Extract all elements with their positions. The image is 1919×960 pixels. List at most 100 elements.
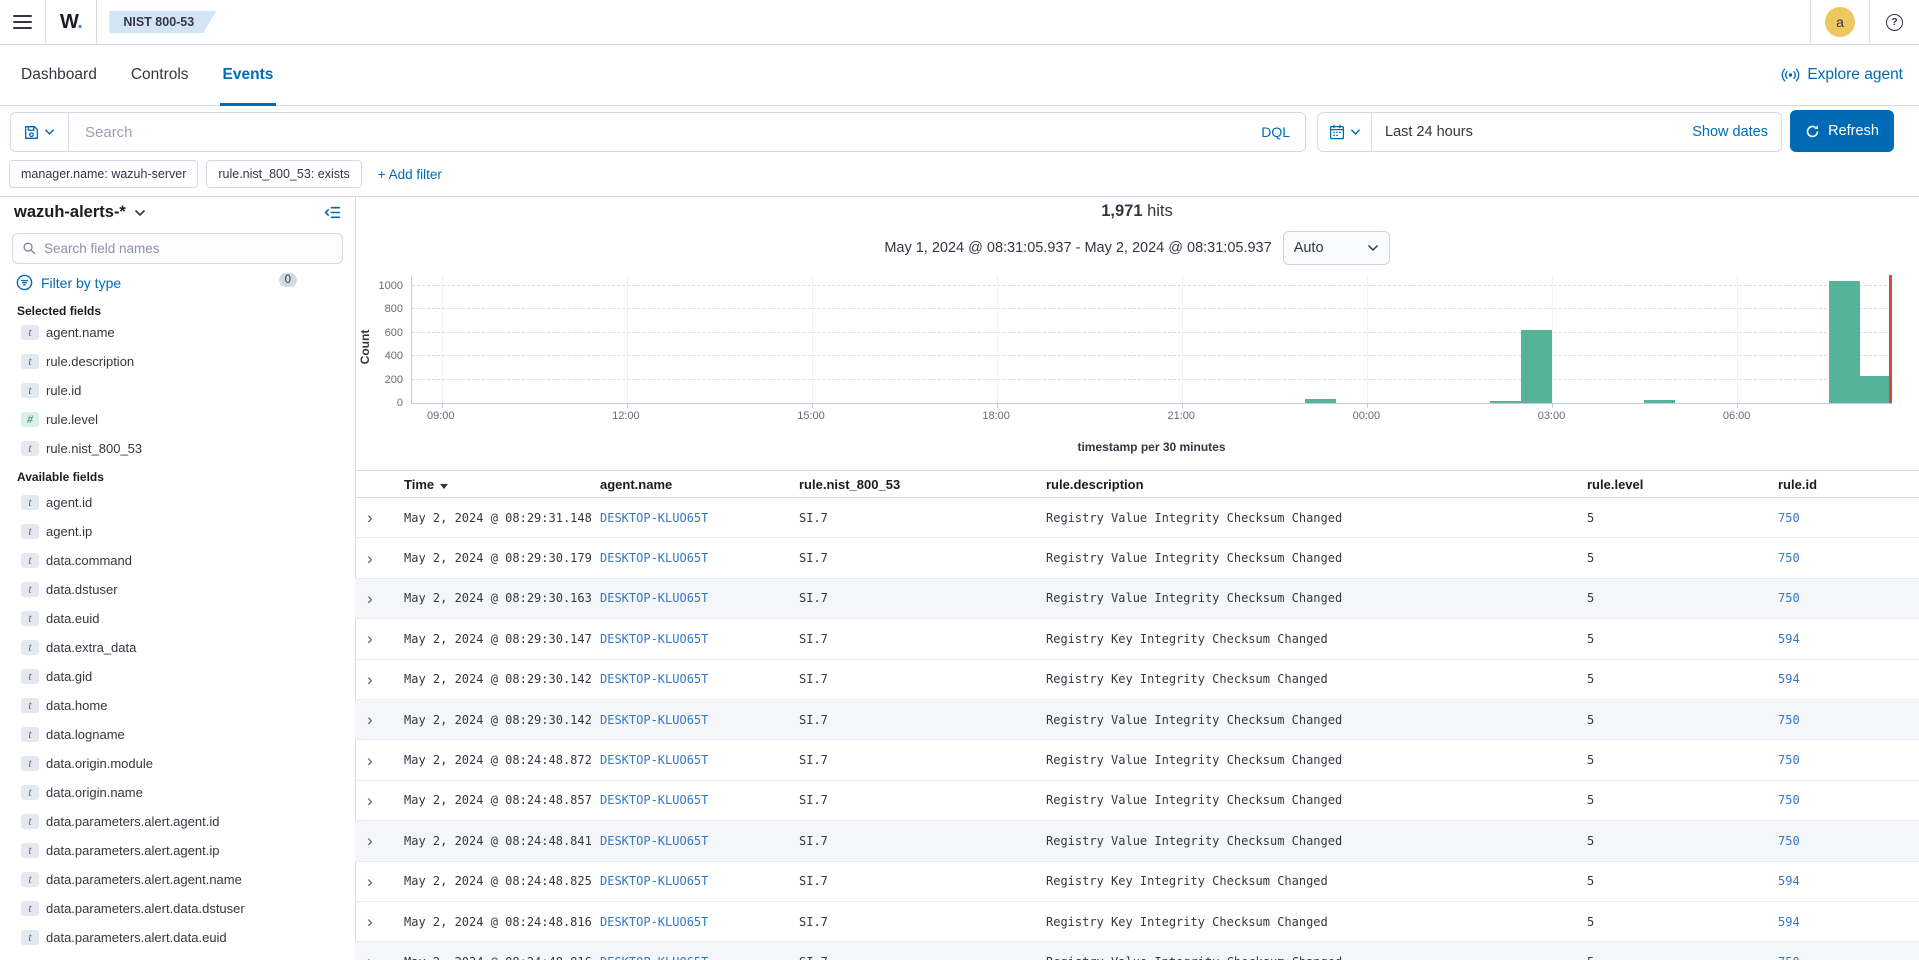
- collapse-sidebar-icon[interactable]: [324, 204, 341, 221]
- agent-name-link[interactable]: DESKTOP-KLUO65T: [600, 753, 799, 767]
- breadcrumb[interactable]: NIST 800-53: [109, 11, 216, 33]
- expand-row-icon[interactable]: ›: [367, 710, 373, 729]
- expand-row-icon[interactable]: ›: [367, 912, 373, 931]
- index-pattern-selector[interactable]: wazuh-alerts-*: [14, 203, 146, 222]
- column-header-rule-level[interactable]: rule.level: [1587, 477, 1778, 492]
- date-picker-button[interactable]: [1318, 113, 1372, 151]
- field-item-available[interactable]: t agent.id: [0, 488, 355, 517]
- expand-row-icon[interactable]: ›: [367, 791, 373, 810]
- agent-name-link[interactable]: DESKTOP-KLUO65T: [600, 713, 799, 727]
- field-item-selected[interactable]: t agent.name: [0, 318, 355, 347]
- histogram-bar-04:30[interactable]: [1644, 400, 1676, 403]
- rule-description-cell: Registry Value Integrity Checksum Change…: [1046, 833, 1343, 848]
- field-item-available[interactable]: t data.command: [0, 546, 355, 575]
- expand-row-icon[interactable]: ›: [367, 508, 373, 527]
- field-item-available[interactable]: t data.origin.module: [0, 749, 355, 778]
- field-item-available[interactable]: t data.origin.name: [0, 778, 355, 807]
- expand-row-icon[interactable]: ›: [367, 589, 373, 608]
- agent-name-link[interactable]: DESKTOP-KLUO65T: [600, 874, 799, 888]
- rule-id-link[interactable]: 594: [1778, 874, 1919, 888]
- wazuh-logo[interactable]: W.: [46, 11, 96, 34]
- expand-row-icon[interactable]: ›: [367, 629, 373, 648]
- rule-id-link[interactable]: 750: [1778, 955, 1919, 960]
- expand-row-icon[interactable]: ›: [367, 751, 373, 770]
- field-item-available[interactable]: t data.euid: [0, 604, 355, 633]
- expand-row-icon[interactable]: ›: [367, 952, 373, 960]
- tab-dashboard[interactable]: Dashboard: [18, 45, 100, 105]
- field-item-available[interactable]: t data.parameters.alert.data.dstuser: [0, 894, 355, 923]
- table-row: › May 2, 2024 @ 08:24:48.857 DESKTOP-KLUO6…: [355, 781, 1919, 822]
- rule-id-link[interactable]: 594: [1778, 632, 1919, 646]
- column-header-agent-name[interactable]: agent.name: [600, 477, 799, 492]
- agent-name-link[interactable]: DESKTOP-KLUO65T: [600, 672, 799, 686]
- add-filter-link[interactable]: + Add filter: [378, 167, 442, 182]
- refresh-button[interactable]: Refresh: [1790, 110, 1894, 152]
- saved-queries-button[interactable]: [11, 113, 69, 151]
- tab-events[interactable]: Events: [219, 45, 277, 106]
- explore-agent-link[interactable]: Explore agent: [1781, 45, 1903, 105]
- expand-row-icon[interactable]: ›: [367, 549, 373, 568]
- agent-name-link[interactable]: DESKTOP-KLUO65T: [600, 834, 799, 848]
- column-header-time[interactable]: Time: [404, 477, 600, 492]
- histogram-bar-23:00[interactable]: [1305, 399, 1336, 403]
- help-icon[interactable]: ?: [1886, 13, 1903, 31]
- tab-controls[interactable]: Controls: [128, 45, 192, 105]
- field-item-selected[interactable]: t rule.nist_800_53: [0, 434, 355, 463]
- rule-id-link[interactable]: 750: [1778, 713, 1919, 727]
- query-language-button[interactable]: DQL: [1261, 124, 1290, 140]
- filter-by-type-button[interactable]: Filter by type 0: [16, 273, 341, 291]
- field-item-selected[interactable]: t rule.description: [0, 347, 355, 376]
- filter-pill-nist-exists[interactable]: rule.nist_800_53: exists: [206, 160, 362, 188]
- filter-pill-manager-name[interactable]: manager.name: wazuh-server: [9, 160, 199, 188]
- filter-count-badge: 0: [278, 273, 297, 287]
- agent-name-link[interactable]: DESKTOP-KLUO65T: [600, 955, 799, 960]
- agent-name-link[interactable]: DESKTOP-KLUO65T: [600, 915, 799, 929]
- histogram-bar-02:00[interactable]: [1490, 400, 1521, 403]
- field-item-available[interactable]: t data.logname: [0, 720, 355, 749]
- field-item-selected[interactable]: # rule.level: [0, 405, 355, 434]
- rule-id-link[interactable]: 750: [1778, 551, 1919, 565]
- agent-name-link[interactable]: DESKTOP-KLUO65T: [600, 511, 799, 525]
- search-input[interactable]: [85, 123, 1262, 141]
- rule-level-cell: 5: [1587, 914, 1595, 929]
- agent-name-link[interactable]: DESKTOP-KLUO65T: [600, 632, 799, 646]
- column-header-rule-nist[interactable]: rule.nist_800_53: [799, 477, 1046, 492]
- x-tick-label: 03:00: [1537, 410, 1566, 422]
- show-dates-link[interactable]: Show dates: [1692, 124, 1768, 140]
- field-item-available[interactable]: t data.parameters.alert.agent.ip: [0, 836, 355, 865]
- field-item-available[interactable]: t data.parameters.alert.agent.name: [0, 865, 355, 894]
- agent-name-link[interactable]: DESKTOP-KLUO65T: [600, 591, 799, 605]
- histogram-bar-08:00[interactable]: [1860, 376, 1891, 403]
- avatar[interactable]: a: [1825, 7, 1855, 37]
- field-item-selected[interactable]: t rule.id: [0, 376, 355, 405]
- field-item-available[interactable]: t agent.ip: [0, 517, 355, 546]
- histogram-bar-07:30[interactable]: [1829, 280, 1861, 403]
- rule-id-link[interactable]: 594: [1778, 915, 1919, 929]
- field-item-available[interactable]: t data.dstuser: [0, 575, 355, 604]
- field-item-available[interactable]: t data.parameters.alert.data.euid: [0, 923, 355, 952]
- rule-id-link[interactable]: 594: [1778, 672, 1919, 686]
- rule-id-link[interactable]: 750: [1778, 511, 1919, 525]
- field-item-available[interactable]: t data.parameters.alert.agent.id: [0, 807, 355, 836]
- menu-icon[interactable]: [13, 15, 32, 29]
- agent-name-link[interactable]: DESKTOP-KLUO65T: [600, 551, 799, 565]
- time-range-value[interactable]: Last 24 hours: [1385, 124, 1473, 140]
- x-tick-label: 09:00: [427, 410, 455, 422]
- expand-row-icon[interactable]: ›: [367, 670, 373, 689]
- x-tick-label: 06:00: [1722, 410, 1751, 422]
- field-item-available[interactable]: t data.gid: [0, 662, 355, 691]
- agent-name-link[interactable]: DESKTOP-KLUO65T: [600, 793, 799, 807]
- field-search-input[interactable]: [44, 241, 333, 256]
- column-header-rule-id[interactable]: rule.id: [1778, 477, 1919, 492]
- column-header-rule-description[interactable]: rule.description: [1046, 477, 1587, 492]
- rule-id-link[interactable]: 750: [1778, 793, 1919, 807]
- histogram-bar-02:30[interactable]: [1520, 329, 1552, 403]
- expand-row-icon[interactable]: ›: [367, 831, 373, 850]
- field-item-available[interactable]: t data.home: [0, 691, 355, 720]
- field-item-available[interactable]: t data.extra_data: [0, 633, 355, 662]
- rule-id-link[interactable]: 750: [1778, 834, 1919, 848]
- expand-row-icon[interactable]: ›: [367, 872, 373, 891]
- rule-id-link[interactable]: 750: [1778, 753, 1919, 767]
- rule-id-link[interactable]: 750: [1778, 591, 1919, 605]
- interval-select[interactable]: Auto: [1282, 231, 1390, 265]
